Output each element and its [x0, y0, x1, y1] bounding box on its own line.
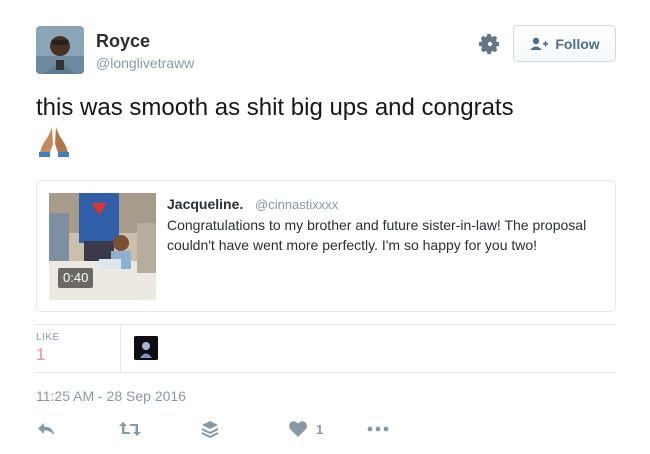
folded-hands-emoji-icon	[37, 124, 71, 158]
author-name[interactable]: Royce	[96, 31, 150, 52]
stats-vertical-divider	[120, 324, 121, 372]
like-stat-label: LIKE	[36, 332, 60, 343]
follow-button[interactable]: Follow	[513, 25, 616, 62]
more-options-button[interactable]	[367, 418, 389, 440]
like-stat-count[interactable]: 1	[36, 345, 45, 365]
video-duration-badge: 0:40	[58, 268, 94, 288]
tweet-text: this was smooth as shit big ups and cong…	[36, 94, 514, 121]
reply-icon	[38, 423, 54, 435]
quoted-tweet-text: Congratulations to my brother and future…	[167, 217, 587, 253]
liker-avatar[interactable]	[134, 336, 158, 360]
more-icon	[367, 426, 389, 432]
heart-icon	[289, 421, 307, 437]
stats-bottom-divider	[36, 372, 616, 373]
like-button[interactable]: 1	[288, 418, 323, 440]
quoted-author-name[interactable]: Jacqueline.	[167, 196, 243, 212]
author-handle[interactable]: @longlivetraww	[96, 55, 194, 71]
quoted-author-handle[interactable]: @cinnastixxxx	[255, 197, 338, 212]
moments-button[interactable]	[201, 418, 219, 440]
retweet-button[interactable]	[118, 418, 142, 440]
tweet-timestamp[interactable]: 11:25 AM - 28 Sep 2016	[36, 388, 186, 404]
stats-top-divider	[36, 324, 616, 325]
reply-button[interactable]	[36, 418, 56, 440]
gear-icon[interactable]	[478, 32, 502, 56]
retweet-icon	[119, 422, 141, 436]
follow-button-label: Follow	[555, 35, 600, 52]
layers-icon	[201, 421, 219, 438]
add-user-icon	[530, 37, 549, 50]
author-avatar[interactable]	[36, 26, 84, 74]
like-action-count: 1	[316, 421, 324, 437]
